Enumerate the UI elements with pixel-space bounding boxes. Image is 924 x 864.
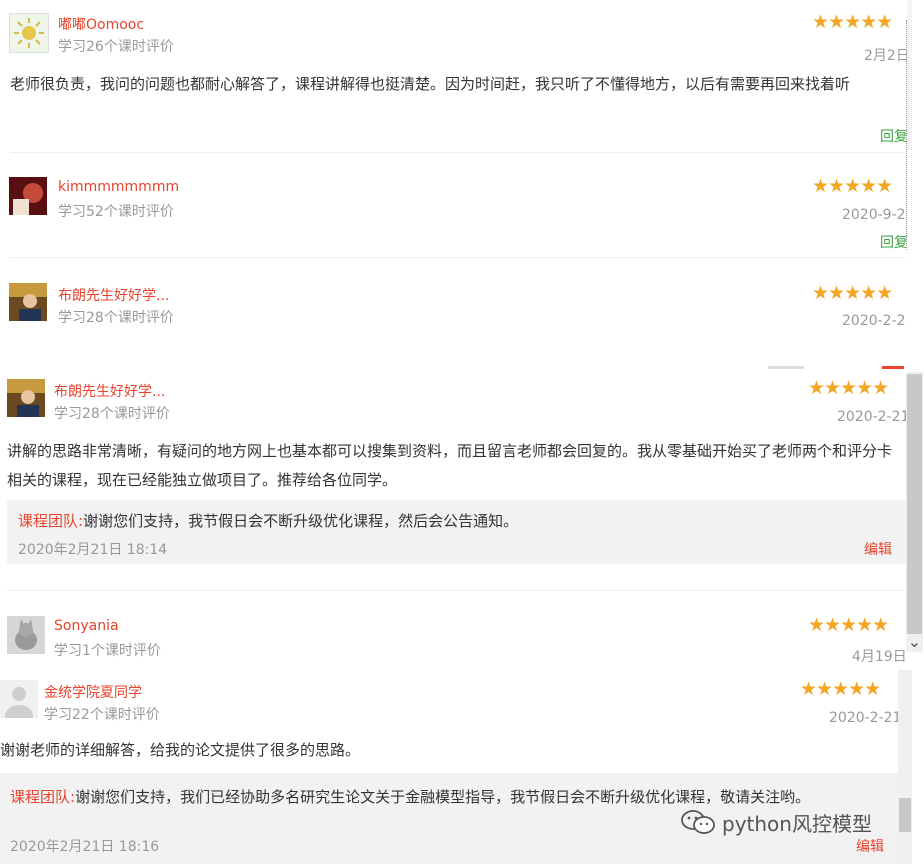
rating-stars: ★★★★★ <box>812 11 893 33</box>
review-date: 2020-2-2 <box>842 313 906 329</box>
review-date: 2020-2-21 <box>837 409 910 425</box>
team-reply-box: 课程团队:谢谢您们支持，我节假日会不断升级优化课程，然后会公告通知。 2020年… <box>7 500 907 564</box>
team-reply-date: 2020年2月21日 18:16 <box>10 839 160 855</box>
avatar[interactable] <box>7 379 45 417</box>
sun-avatar-icon <box>14 18 44 48</box>
team-label: 课程团队: <box>10 788 76 806</box>
scrollbar-bottom[interactable] <box>898 670 912 864</box>
watermark: python风控模型 <box>680 808 872 836</box>
wechat-icon <box>681 810 715 834</box>
team-reply-body: 谢谢您们支持，我们已经协助多名研究生论文关于金融模型指导，我节假日会不断升级优化… <box>75 788 811 806</box>
team-label: 课程团队: <box>18 512 84 530</box>
divider <box>7 590 905 591</box>
learned-count: 学习28个课时评价 <box>58 310 174 326</box>
review-date: 2020-2-21 <box>829 710 902 726</box>
avatar[interactable] <box>9 177 47 215</box>
team-reply-body: 谢谢您们支持，我节假日会不断升级优化课程，然后会公告通知。 <box>83 512 519 530</box>
username[interactable]: 布朗先生好好学... <box>54 381 165 401</box>
username[interactable]: 金统学院夏同学 <box>44 682 142 702</box>
reply-link[interactable]: 回复 <box>880 126 908 146</box>
divider <box>10 152 905 153</box>
learned-count: 学习52个课时评价 <box>58 204 174 220</box>
username[interactable]: kimmmmmmmm <box>58 179 179 195</box>
rating-stars: ★★★★★ <box>808 377 889 399</box>
review-date: 2月2日 <box>864 48 910 64</box>
avatar[interactable] <box>7 616 45 654</box>
edit-link[interactable]: 编辑 <box>856 836 884 856</box>
learned-count: 学习26个课时评价 <box>58 39 174 55</box>
rating-stars: ★★★★★ <box>812 175 893 197</box>
scroll-down-arrow-icon[interactable]: ⌄ <box>906 632 923 652</box>
avatar[interactable] <box>0 680 38 718</box>
portrait-avatar-icon <box>9 283 47 321</box>
username[interactable]: Sonyania <box>54 618 119 634</box>
review-date: 4月19日 <box>852 649 907 665</box>
username[interactable]: 嘟嘟Oomooc <box>58 14 144 34</box>
learned-count: 学习22个课时评价 <box>44 707 160 723</box>
review-content: 老师很负责，我问的问题也都耐心解答了，课程讲解得也挺清楚。因为时间赶，我只听了不… <box>10 75 851 93</box>
avatar[interactable] <box>9 13 49 53</box>
username[interactable]: 布朗先生好好学... <box>58 285 169 305</box>
rating-stars: ★★★★★ <box>800 678 881 700</box>
watermark-text: python风控模型 <box>722 811 872 836</box>
team-reply-date: 2020年2月21日 18:14 <box>18 542 168 558</box>
scrollbar-middle[interactable] <box>906 372 923 652</box>
reply-link[interactable]: 回复 <box>880 232 908 252</box>
avatar[interactable] <box>9 283 47 321</box>
portrait-avatar-icon <box>9 177 47 215</box>
scrollbar-thumb[interactable] <box>899 798 911 832</box>
user-placeholder-icon <box>0 680 38 718</box>
portrait-avatar-icon <box>7 379 45 417</box>
divider <box>10 257 905 258</box>
separator-dash-accent <box>882 366 904 369</box>
rating-stars: ★★★★★ <box>808 614 889 636</box>
review-date: 2020-9-2 <box>842 207 906 223</box>
scrollbar-thumb[interactable] <box>907 374 922 634</box>
edit-link[interactable]: 编辑 <box>864 539 892 559</box>
dotted-guide <box>906 20 908 250</box>
separator-dash <box>768 366 804 369</box>
learned-count: 学习1个课时评价 <box>54 643 161 659</box>
rating-stars: ★★★★★ <box>812 282 893 304</box>
learned-count: 学习28个课时评价 <box>54 406 170 422</box>
team-reply-text: 课程团队:谢谢您们支持，我们已经协助多名研究生论文关于金融模型指导，我节假日会不… <box>10 785 890 810</box>
review-content: 谢谢老师的详细解答，给我的论文提供了很多的思路。 <box>0 741 361 759</box>
cat-avatar-icon <box>7 616 45 654</box>
review-content: 讲解的思路非常清晰，有疑问的地方网上也基本都可以搜集到资料，而且留言老师都会回复… <box>7 442 893 489</box>
team-reply-text: 课程团队:谢谢您们支持，我节假日会不断升级优化课程，然后会公告通知。 <box>18 509 898 534</box>
